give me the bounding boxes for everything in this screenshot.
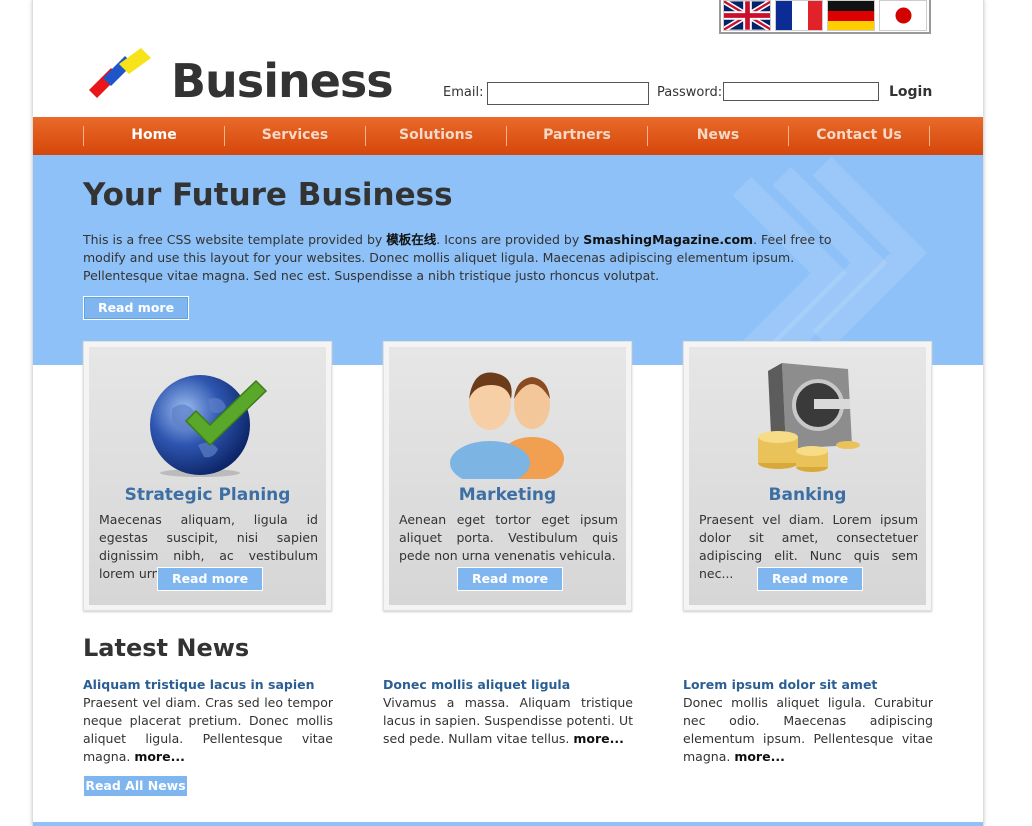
hero-banner: Your Future Business This is a free CSS … [33,155,983,365]
read-all-news-button[interactable]: Read All News [83,775,188,797]
page: Business Email: Password: Login Home Ser… [32,0,984,826]
card-title[interactable]: Strategic Planing [89,485,326,505]
latest-news-title: Latest News [83,634,250,662]
news-headline[interactable]: Aliquam tristique lacus in sapien [83,676,333,694]
card-body: Banking Praesent vel diam. Lorem ipsum d… [689,347,926,605]
safe-coins-icon [757,363,860,472]
hero-text: This is a free CSS website template prov… [83,231,835,285]
news-more-link[interactable]: more... [734,749,785,764]
brand-name[interactable]: Business [171,54,394,108]
germany-flag-icon[interactable] [827,0,875,31]
news-more-link[interactable]: more... [134,749,185,764]
hero-text-part: . Icons are provided by [436,232,584,247]
service-card-strategic: Strategic Planing Maecenas aliquam, ligu… [83,341,332,611]
card-text: Aenean eget tortor eget ipsum aliquet po… [399,512,618,563]
login-button[interactable]: Login [889,84,932,100]
news-item: Lorem ipsum dolor sit amet Donec mollis … [683,676,933,766]
footer-bar [33,822,983,826]
france-flag-icon[interactable] [775,0,823,31]
card-read-more-button[interactable]: Read more [757,567,863,591]
nav-item-contact-us[interactable]: Contact Us [789,117,929,155]
password-label: Password: [657,85,723,100]
news-more-link[interactable]: more... [573,731,624,746]
uk-flag-icon[interactable] [723,0,771,31]
language-flags [719,0,931,34]
main-nav: Home Services Solutions Partners News Co… [33,117,983,155]
nav-item-home[interactable]: Home [84,117,224,155]
provider-link[interactable]: 模板在线 [386,232,436,247]
news-headline[interactable]: Donec mollis aliquet ligula [383,676,633,694]
nav-item-services[interactable]: Services [225,117,365,155]
nav-item-partners[interactable]: Partners [507,117,647,155]
news-text: Praesent vel diam. Cras sed leo tempor n… [83,694,333,766]
nav-separator [929,126,930,146]
hero-text-part: This is a free CSS website template prov… [83,232,387,247]
card-body: Marketing Aenean eget tortor eget ipsum … [389,347,626,605]
news-body: Donec mollis aliquet ligula. Curabitur n… [683,695,933,764]
news-item: Donec mollis aliquet ligula Vivamus a ma… [383,676,633,748]
card-title[interactable]: Banking [689,485,926,505]
password-field[interactable] [723,82,879,101]
email-field[interactable] [487,82,649,105]
service-card-marketing: Marketing Aenean eget tortor eget ipsum … [383,341,632,611]
news-headline[interactable]: Lorem ipsum dolor sit amet [683,676,933,694]
globe-check-icon [149,375,267,477]
card-title[interactable]: Marketing [389,485,626,505]
hero-read-more-button[interactable]: Read more [83,296,189,320]
news-body: Praesent vel diam. Cras sed leo tempor n… [83,695,333,764]
japan-flag-icon[interactable] [879,0,927,31]
email-label: Email: [443,85,484,100]
card-body: Strategic Planing Maecenas aliquam, ligu… [89,347,326,605]
service-card-banking: Banking Praesent vel diam. Lorem ipsum d… [683,341,932,611]
card-read-more-button[interactable]: Read more [457,567,563,591]
logo-icon [89,48,151,98]
people-icon [449,372,564,479]
icons-source-link[interactable]: SmashingMagazine.com [583,232,753,247]
card-read-more-button[interactable]: Read more [157,567,263,591]
nav-item-news[interactable]: News [648,117,788,155]
news-text: Donec mollis aliquet ligula. Curabitur n… [683,694,933,766]
news-item: Aliquam tristique lacus in sapien Praese… [83,676,333,766]
nav-item-solutions[interactable]: Solutions [366,117,506,155]
news-text: Vivamus a massa. Aliquam tristique lacus… [383,694,633,748]
hero-title: Your Future Business [83,177,453,213]
